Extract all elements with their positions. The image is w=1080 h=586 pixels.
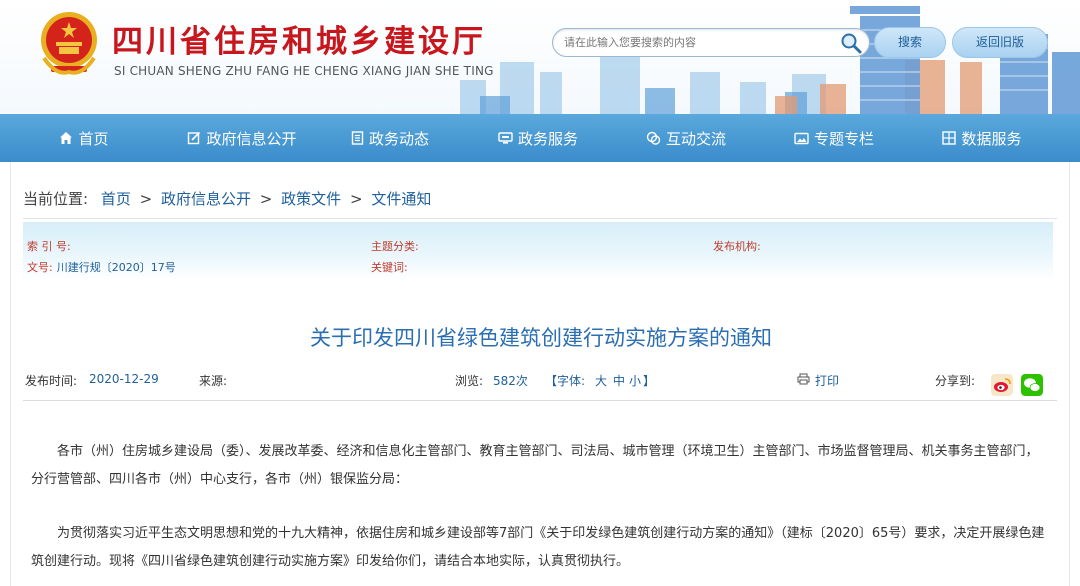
meta-topic: 主题分类: [371, 238, 419, 254]
breadcrumb-separator: > [259, 190, 273, 208]
breadcrumb-policy-docs[interactable]: 政策文件 [281, 190, 341, 208]
nav-item-home[interactable]: 首页 [0, 114, 168, 162]
nav-label: 专题专栏 [813, 129, 874, 148]
font-size-close: 】 [643, 374, 656, 388]
font-size-large[interactable]: 大 [595, 372, 607, 389]
grid-icon [942, 131, 957, 145]
document-metadata: 索 引 号: 主题分类: 发布机构: 文号: 川建行规〔2020〕17号 关键词: [23, 222, 1053, 280]
nav-label: 政务服务 [517, 129, 578, 148]
site-title: 四川省住房和城乡建设厅 [112, 24, 486, 60]
document-icon [351, 131, 364, 145]
meta-topic-label: 主题分类: [371, 240, 419, 253]
search-input[interactable] [553, 29, 823, 56]
site-header: 四川省住房和城乡建设厅 SI CHUAN SHENG ZHU FANG HE C… [0, 0, 1080, 114]
publish-label: 发布时间: [25, 374, 78, 388]
national-emblem-icon [41, 12, 97, 75]
nav-item-topics[interactable]: 专题专栏 [760, 114, 908, 162]
nav-label: 政务动态 [368, 129, 429, 148]
search-icon[interactable] [840, 32, 862, 54]
breadcrumb-gov-info[interactable]: 政府信息公开 [161, 190, 251, 208]
search-box[interactable] [552, 28, 870, 57]
nav-label: 政府信息公开 [206, 129, 297, 148]
nav-item-interaction[interactable]: 互动交流 [612, 114, 760, 162]
breadcrumb-separator: > [349, 190, 363, 208]
nav-label: 数据服务 [961, 129, 1022, 148]
breadcrumb-divider [23, 218, 1057, 219]
breadcrumb-home[interactable]: 首页 [101, 190, 131, 208]
article-info-bar: 发布时间: 2020-12-29 来源: 浏览: 582次 【字体: 大 中 小… [23, 372, 1057, 392]
meta-docno: 文号: 川建行规〔2020〕17号 [27, 259, 176, 275]
source-label: 来源: [199, 374, 228, 388]
info-divider [23, 400, 1057, 401]
meta-keywords-label: 关键词: [371, 261, 408, 274]
monitor-icon [498, 132, 513, 144]
publish-date: 2020-12-29 [89, 372, 159, 386]
home-icon [60, 132, 73, 144]
image-icon [794, 132, 809, 144]
meta-docno-label: 文号: [27, 261, 53, 274]
breadcrumb: 当前位置: 首页 > 政府信息公开 > 政策文件 > 文件通知 [23, 188, 431, 209]
edit-icon [188, 131, 201, 145]
meta-index-label: 索 引 号: [27, 240, 71, 253]
site-pinyin: SI CHUAN SHENG ZHU FANG HE CHENG XIANG J… [114, 64, 494, 78]
article-container: 当前位置: 首页 > 政府信息公开 > 政策文件 > 文件通知 索 引 号: 主… [10, 162, 1070, 586]
print-link[interactable]: 打印 [815, 372, 839, 389]
breadcrumb-separator: > [139, 190, 153, 208]
meta-docno-value: 川建行规〔2020〕17号 [56, 261, 176, 274]
meta-keywords: 关键词: [371, 259, 408, 275]
search-button[interactable]: 搜索 [874, 27, 946, 58]
print-icon[interactable] [797, 373, 810, 388]
font-size-small[interactable]: 小 [629, 372, 641, 389]
weibo-share-icon[interactable] [991, 374, 1013, 396]
nav-item-gov-service[interactable]: 政务服务 [464, 114, 612, 162]
share-label: 分享到: [935, 374, 976, 388]
old-version-button[interactable]: 返回旧版 [952, 27, 1048, 58]
views-label: 浏览: [455, 374, 484, 388]
meta-index: 索 引 号: [27, 238, 71, 254]
wechat-share-icon[interactable] [1021, 374, 1043, 396]
views-count: 582次 [493, 374, 528, 388]
nav-label: 互动交流 [665, 129, 726, 148]
font-size-label: 【字体: [545, 374, 586, 388]
article-title: 关于印发四川省绿色建筑创建行动实施方案的通知 [310, 326, 772, 350]
nav-item-gov-news[interactable]: 政务动态 [316, 114, 464, 162]
article-paragraph: 为贯彻落实习近平生态文明思想和党的十九大精神，依据住房和城乡建设部等7部门《关于… [31, 526, 1045, 569]
meta-org-label: 发布机构: [713, 240, 761, 253]
breadcrumb-notices[interactable]: 文件通知 [371, 190, 431, 208]
font-size-medium[interactable]: 中 [613, 372, 625, 389]
breadcrumb-prefix: 当前位置: [23, 190, 89, 208]
meta-org: 发布机构: [713, 238, 761, 254]
nav-item-gov-info[interactable]: 政府信息公开 [168, 114, 316, 162]
chat-icon [646, 131, 661, 145]
nav-item-data-service[interactable]: 数据服务 [908, 114, 1056, 162]
main-nav: 首页 政府信息公开 政务动态 政务服务 互动交流 专题专栏 数据服务 [0, 114, 1080, 162]
article-paragraph: 各市（州）住房城乡建设局（委）、发展改革委、经济和信息化主管部门、教育主管部门、… [31, 444, 1039, 487]
nav-label: 首页 [78, 129, 109, 148]
